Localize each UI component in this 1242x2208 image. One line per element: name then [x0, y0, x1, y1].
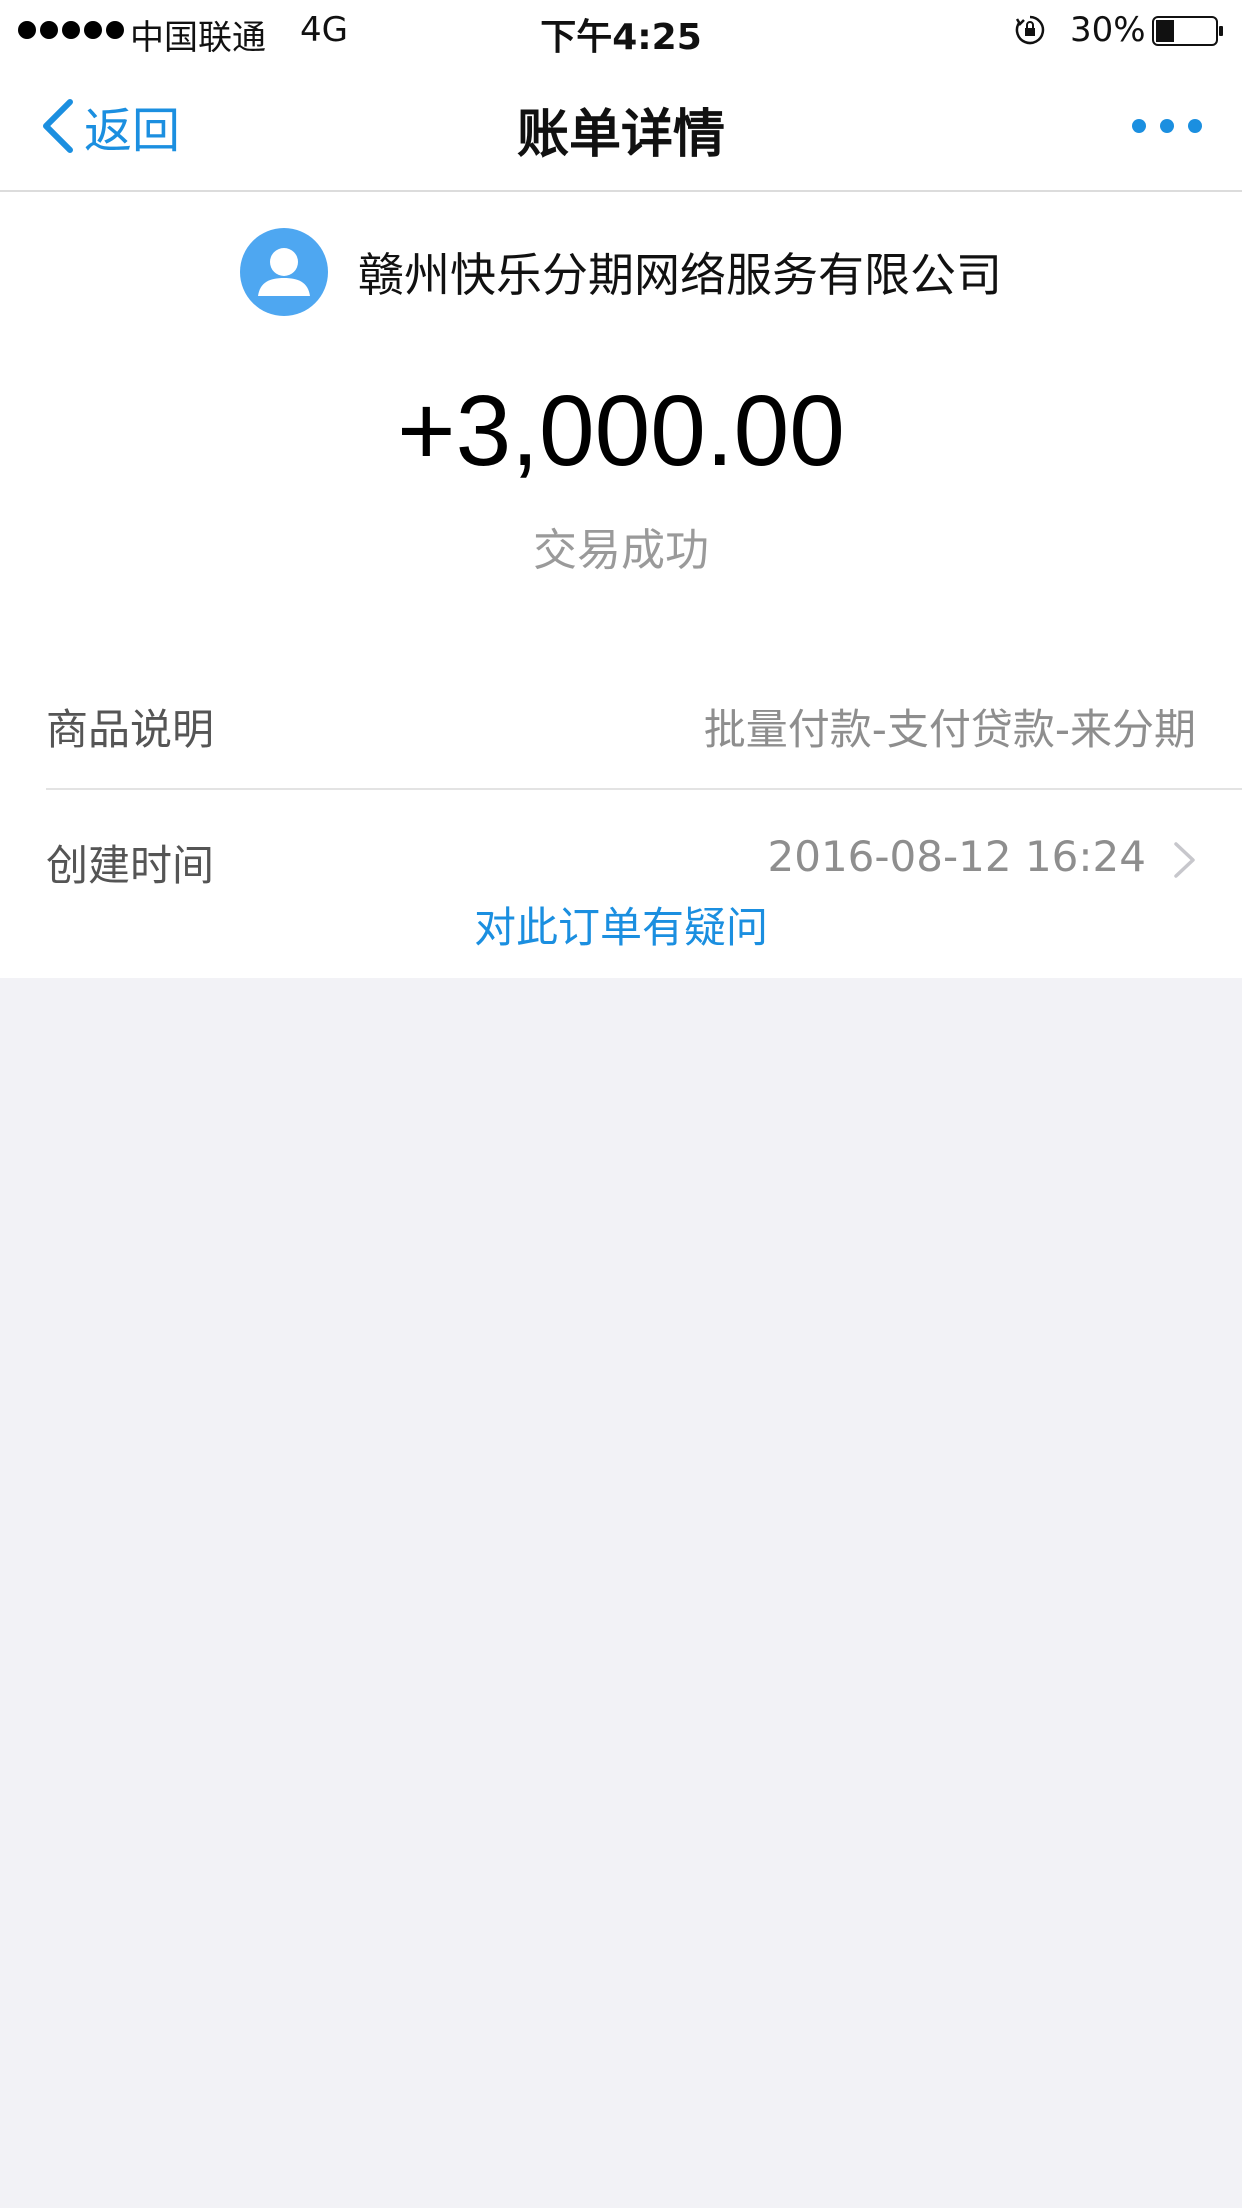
- order-question-link[interactable]: 对此订单有疑问: [0, 894, 1242, 955]
- bill-detail-card: 赣州快乐分期网络服务有限公司 +3,000.00 交易成功 商品说明 批量付款-…: [0, 192, 1242, 978]
- bill-detail-screen: 中国联通 4G 下午4:25 30% 返回 账单详情 赣州快乐分期网络服务有限公…: [0, 0, 1242, 2208]
- detail-row-product-description: 商品说明 批量付款-支付贷款-来分期: [46, 656, 1242, 790]
- more-options-icon[interactable]: [1132, 114, 1202, 138]
- user-icon: [258, 248, 310, 296]
- row-label: 创建时间: [46, 841, 215, 890]
- battery-icon: [1152, 16, 1223, 46]
- merchant-name: 赣州快乐分期网络服务有限公司: [358, 248, 1002, 302]
- row-value: 批量付款-支付贷款-来分期: [703, 705, 1196, 754]
- transaction-status: 交易成功: [533, 525, 709, 576]
- rotation-lock-icon: [1015, 15, 1045, 45]
- avatar: [240, 228, 328, 316]
- status-time: 下午4:25: [540, 17, 702, 58]
- status-bar: 中国联通 4G 下午4:25 30%: [0, 0, 1242, 62]
- merchant-header: 赣州快乐分期网络服务有限公司: [0, 228, 1242, 316]
- navigation-bar: 返回 账单详情: [0, 62, 1242, 192]
- transaction-amount: +3,000.00: [397, 375, 845, 487]
- row-value: 2016-08-12 16:24: [767, 832, 1146, 881]
- chevron-right-icon: [1174, 842, 1195, 878]
- battery-percentage: 30%: [1070, 10, 1146, 50]
- row-label: 商品说明: [46, 705, 215, 754]
- page-title: 账单详情: [516, 105, 725, 165]
